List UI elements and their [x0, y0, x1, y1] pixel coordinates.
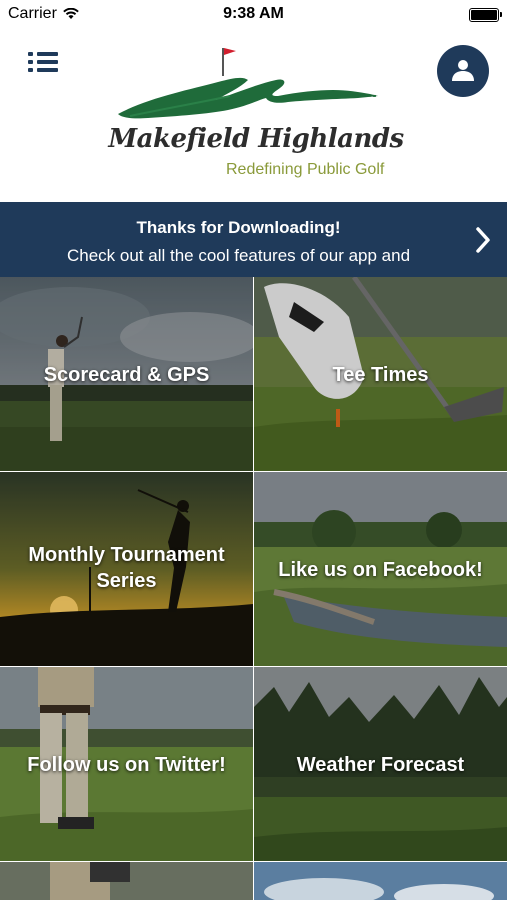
tile-weather[interactable]: Weather Forecast [254, 667, 507, 861]
user-icon [452, 60, 474, 81]
tile-facebook[interactable]: Like us on Facebook! [254, 472, 507, 666]
logo-emblem [118, 48, 378, 119]
tile-partial-right[interactable] [254, 862, 507, 900]
welcome-banner[interactable]: Thanks for Downloading! Check out all th… [0, 202, 507, 277]
banner-title: Thanks for Downloading! [136, 218, 341, 237]
battery-icon [469, 8, 502, 22]
tile-monthly-tournament[interactable]: Monthly Tournament Series [0, 472, 253, 666]
tile-tee-times[interactable]: Tee Times [254, 277, 507, 471]
tile-label: Follow us on Twitter! [27, 754, 226, 776]
feature-grid: Scorecard & GPS Tee Times Monthly Tourna… [0, 277, 507, 900]
tile-scorecard-gps[interactable]: Scorecard & GPS [0, 277, 253, 471]
tile-label: Like us on Facebook! [278, 559, 483, 581]
tile-label: Monthly Tournament Series [28, 544, 225, 592]
tile-label: Tee Times [332, 364, 429, 386]
banner-text: Check out all the cool features of our a… [66, 246, 411, 265]
chevron-right-icon [476, 227, 490, 253]
tile-partial-left[interactable] [0, 862, 253, 900]
golfer-partial-image [0, 862, 253, 900]
profile-button[interactable] [437, 45, 489, 97]
tile-label: Weather Forecast [296, 754, 465, 776]
menu-button[interactable] [28, 48, 62, 78]
status-time: 9:38 AM [223, 5, 284, 22]
tile-label: Scorecard & GPS [43, 364, 210, 386]
sky-partial-image [254, 862, 507, 900]
tile-twitter[interactable]: Follow us on Twitter! [0, 667, 253, 861]
logo-subtitle: Redefining Public Golf [226, 161, 385, 178]
logo-title: Makefield Highlands [108, 124, 404, 154]
status-bar: Carrier 9:38 AM [0, 0, 507, 28]
course-logo: Makefield Highlands Redefining Public Go… [108, 46, 404, 198]
app-header: Makefield Highlands Redefining Public Go… [0, 28, 507, 202]
